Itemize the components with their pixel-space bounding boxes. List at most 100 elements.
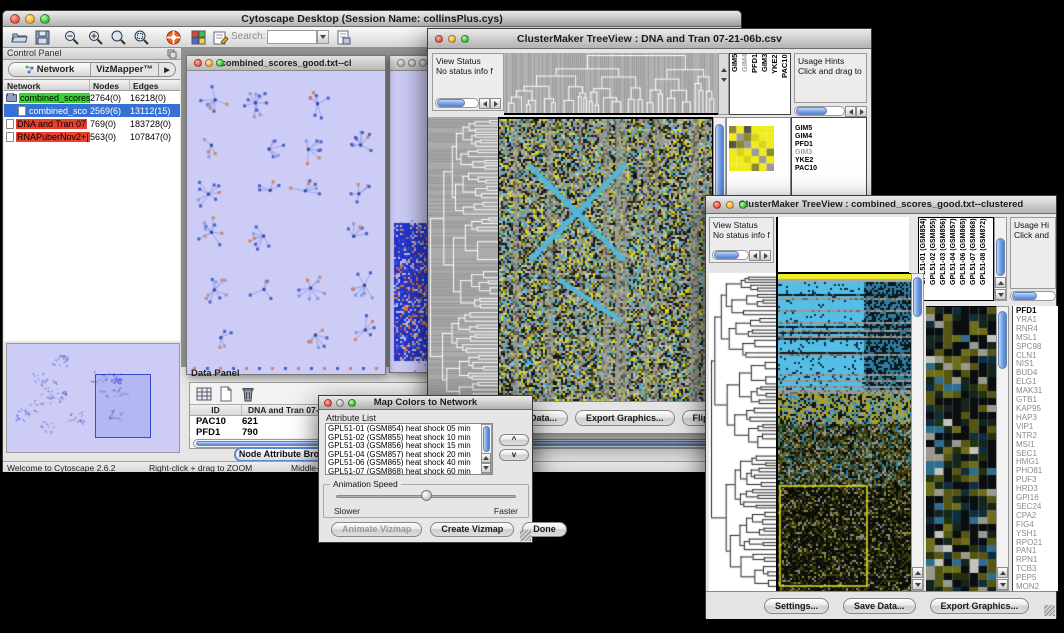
tv1-row-dendrogram[interactable] [428, 117, 498, 401]
search-input[interactable] [267, 30, 317, 44]
report-icon[interactable] [335, 29, 352, 46]
tv2-gene-label[interactable]: MON2 [1016, 583, 1058, 591]
tv1-button[interactable]: Export Graphics... [575, 410, 675, 426]
zoom-out-icon[interactable] [63, 29, 80, 46]
help-lifering-icon[interactable] [165, 29, 182, 46]
zoom-button[interactable] [461, 35, 469, 43]
tv1-gene-label[interactable]: PAC10 [795, 165, 866, 173]
minimize-button[interactable] [205, 59, 213, 67]
zoom-button[interactable] [739, 201, 747, 209]
save-icon[interactable] [34, 29, 51, 46]
col-edges[interactable]: Edges [130, 80, 178, 90]
close-button[interactable] [10, 14, 20, 24]
search-dropdown-button[interactable] [317, 30, 329, 44]
animation-slider-thumb[interactable] [421, 490, 432, 501]
dialog-titlebar[interactable]: Map Colors to Network [319, 396, 532, 410]
birds-eye-view[interactable] [6, 343, 180, 453]
tv1-gene-label[interactable]: GIM5 [795, 125, 866, 133]
tv1-column-dendrogram[interactable] [504, 53, 718, 115]
tv2-status-hscrollbar[interactable] [712, 249, 771, 261]
col-network[interactable]: Network [4, 80, 90, 90]
scroll-up-arrow[interactable] [912, 567, 923, 578]
new-attribute-icon[interactable] [218, 386, 234, 402]
move-up-button[interactable]: ^ [499, 434, 529, 446]
tv1-column-label[interactable]: GIM3 [760, 54, 770, 114]
attribute-list-item[interactable]: GPL51-07 (GSM868) heat shock 60 min [328, 468, 492, 475]
close-button[interactable] [194, 59, 202, 67]
col-nodes[interactable]: Nodes [90, 80, 130, 90]
network-row[interactable]: RNAPuberNov2+| 563(0) 107847(0) [4, 130, 180, 143]
tab-network[interactable]: Network [9, 63, 91, 76]
tv2-column-label[interactable]: GPL51-04 (GSM857) [949, 218, 959, 300]
scroll-right-arrow[interactable] [490, 98, 501, 109]
vizmapper-icon[interactable] [190, 29, 207, 46]
minimize-button[interactable] [726, 201, 734, 209]
close-button[interactable] [435, 35, 443, 43]
scroll-up-arrow[interactable] [481, 453, 491, 463]
scroll-down-arrow[interactable] [481, 463, 491, 473]
main-titlebar[interactable]: Cytoscape Desktop (Session Name: collins… [3, 11, 741, 27]
scroll-left-arrow[interactable] [479, 98, 490, 109]
tv2-zoom-vscrollbar[interactable] [996, 306, 1009, 591]
minimize-button[interactable] [448, 35, 456, 43]
float-panel-icon[interactable] [167, 49, 177, 59]
network-view-1-titlebar[interactable]: combined_scores_good.txt--cluste... [187, 56, 385, 71]
tv2-labels-scroll-thumb[interactable] [996, 238, 1005, 276]
network-row[interactable]: DNA and Tran 07 769(0) 183728(0) [4, 117, 180, 130]
minimize-button[interactable] [408, 59, 416, 67]
tv2-column-label[interactable]: GPL51-07 (GSM868) [969, 218, 979, 300]
zoom-in-icon[interactable] [87, 29, 104, 46]
tv2-labels-vscrollbar[interactable] [994, 217, 1007, 301]
tv1-column-label[interactable]: YKE2 [770, 54, 780, 114]
minimize-button[interactable] [25, 14, 35, 24]
treeview1-titlebar[interactable]: ClusterMaker TreeView : DNA and Tran 07-… [428, 29, 871, 49]
scroll-left-arrow[interactable] [845, 106, 856, 117]
scroll-down-arrow[interactable] [995, 289, 1006, 300]
tv2-zoom-scroll-thumb[interactable] [998, 311, 1007, 369]
scroll-right-arrow[interactable] [856, 106, 867, 117]
tab-vizmapper[interactable]: VizMapper™ [91, 63, 159, 76]
tv1-gene-label[interactable]: YKE2 [795, 157, 866, 165]
tv1-tree-scroll-strip[interactable] [718, 53, 729, 115]
tv2-hints-hscrollbar[interactable] [1010, 290, 1056, 302]
open-file-icon[interactable] [11, 29, 28, 46]
scroll-up-arrow[interactable] [995, 277, 1006, 288]
resize-grip[interactable] [520, 530, 531, 541]
attribute-table-icon[interactable] [196, 386, 212, 402]
tv2-column-label[interactable]: GPL51-02 (GSM855) [929, 218, 939, 300]
network-canvas-1[interactable] [187, 71, 385, 374]
tv1-status-hscrollbar[interactable] [435, 97, 501, 109]
tv2-button[interactable]: Save Data... [843, 598, 916, 614]
move-down-button[interactable]: v [499, 449, 529, 461]
treeview2-titlebar[interactable]: ClusterMaker TreeView : combined_scores_… [706, 196, 1056, 214]
tv1-heatmap[interactable] [498, 117, 713, 403]
zoom-button[interactable] [348, 399, 356, 407]
tv1-zoom-matrix[interactable] [729, 126, 774, 171]
tv2-button[interactable]: Settings... [764, 598, 829, 614]
birds-eye-canvas[interactable] [7, 344, 179, 452]
zoom-selected-icon[interactable] [110, 29, 127, 46]
data-col-id[interactable]: ID [190, 405, 242, 415]
tab-overflow-arrow[interactable]: ▶ [159, 63, 175, 76]
tv2-row-dendrogram[interactable] [709, 273, 776, 591]
zoom-fit-icon[interactable] [133, 29, 150, 46]
resize-grip[interactable] [1044, 605, 1055, 616]
tv1-column-label[interactable]: GIM5 [730, 54, 740, 114]
minimize-button[interactable] [336, 399, 344, 407]
scroll-down-arrow[interactable] [912, 579, 923, 590]
tv2-vscrollbar[interactable] [911, 273, 924, 591]
tv2-heatmap[interactable] [776, 273, 911, 593]
network-row[interactable]: combined_scores 2764(0) 16218(0) [4, 91, 180, 104]
scroll-down-arrow[interactable] [997, 579, 1008, 590]
tv2-column-label[interactable]: GPL51-06 (GSM865) [959, 218, 969, 300]
attribute-list-vscrollbar[interactable] [481, 424, 492, 474]
delete-attribute-icon[interactable] [240, 386, 256, 402]
scroll-right-arrow[interactable] [760, 250, 771, 261]
attr-scroll-thumb[interactable] [483, 426, 490, 452]
tv1-column-label[interactable]: PAC10 [780, 54, 790, 114]
scroll-up-arrow[interactable] [997, 567, 1008, 578]
create-vizmap-button[interactable]: Create Vizmap [430, 522, 514, 537]
close-button[interactable] [397, 59, 405, 67]
network-row[interactable]: combined_sco 2569(6) 13112(15) [4, 104, 180, 117]
zoom-button[interactable] [40, 14, 50, 24]
